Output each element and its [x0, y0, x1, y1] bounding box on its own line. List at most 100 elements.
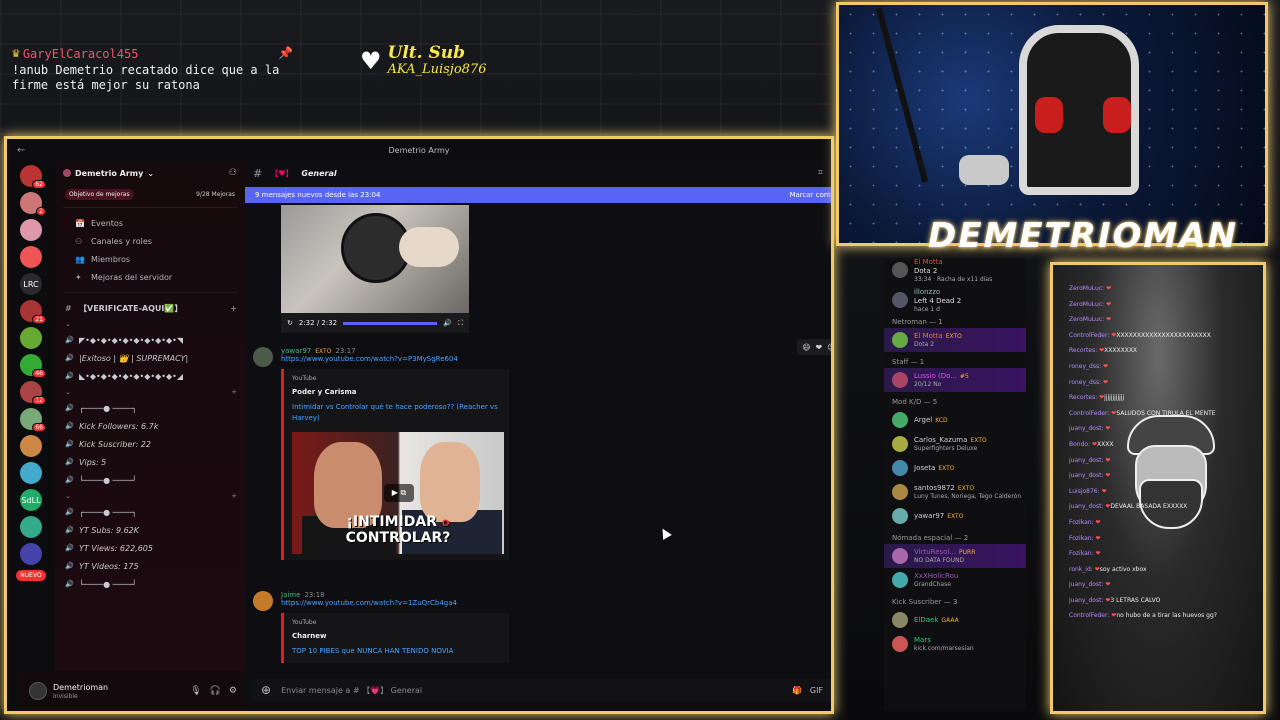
- chat-username[interactable]: Luisjo876:: [1069, 488, 1100, 495]
- chat-username[interactable]: ZeroMuLuc:: [1069, 285, 1104, 292]
- chat-username[interactable]: juany_dost:: [1069, 581, 1103, 588]
- add-icon[interactable]: +: [230, 304, 237, 313]
- member-activity[interactable]: El Motta Dota 2 33:34 · Racha de x11 día…: [884, 258, 1026, 283]
- reaction-icon[interactable]: 😄: [802, 343, 810, 352]
- gif-icon[interactable]: GIF: [810, 686, 823, 695]
- add-member-icon[interactable]: ⚇: [229, 168, 237, 178]
- server-icon[interactable]: [20, 219, 42, 241]
- chat-username[interactable]: Bondo:: [1069, 441, 1090, 448]
- chat-username[interactable]: Recortes:: [1069, 394, 1097, 401]
- mark-read-button[interactable]: Marcar como: [789, 191, 831, 199]
- chat-username[interactable]: juany_dost:: [1069, 425, 1103, 432]
- chat-username[interactable]: ControlFeder:: [1069, 612, 1109, 619]
- message-author[interactable]: Jaime: [281, 591, 300, 599]
- member-item[interactable]: santos9872 EXTO Luny Tunes, Noriega, Tego …: [884, 480, 1026, 504]
- threads-icon[interactable]: ⌗: [818, 168, 823, 178]
- emoji-add-icon[interactable]: ☺: [827, 343, 831, 352]
- nav-item[interactable]: ✦ Mejoras del servidor: [55, 268, 245, 286]
- chat-username[interactable]: juany_dost:: [1069, 472, 1103, 479]
- server-icon[interactable]: 66: [20, 408, 46, 432]
- category-2[interactable]: ⌄ +: [55, 385, 245, 399]
- server-icon[interactable]: 21: [20, 300, 46, 324]
- channel-item[interactable]: 🔊 YT Videos: 175: [55, 557, 245, 575]
- server-icon[interactable]: LRC: [20, 273, 42, 295]
- nav-item[interactable]: 👥 Miembros: [55, 250, 245, 268]
- server-icon[interactable]: [20, 327, 42, 349]
- chat-username[interactable]: roney_dss:: [1069, 363, 1101, 370]
- member-item[interactable]: VirtuResol... PURR NO DATA FOUND: [884, 544, 1026, 568]
- volume-icon[interactable]: 🔊: [443, 319, 452, 327]
- chat-username[interactable]: roney_dss:: [1069, 379, 1101, 386]
- channel-verify[interactable]: # 【VERIFICATE-AQUI✅】 +: [55, 299, 245, 317]
- category-3[interactable]: ⌄ +: [55, 489, 245, 503]
- chat-username[interactable]: Fozikan:: [1069, 550, 1094, 557]
- embed-title[interactable]: Intimidar vs Controlar qué te hace poder…: [292, 402, 501, 424]
- channel-item[interactable]: 🔊 YT Subs: 9.62K: [55, 521, 245, 539]
- member-item[interactable]: Joseta EXTO: [884, 456, 1026, 480]
- channel-item[interactable]: 🔊 YT Views: 622,605: [55, 539, 245, 557]
- video-progress[interactable]: [343, 321, 438, 325]
- member-item[interactable]: XxXHolicRou GrandChase: [884, 568, 1026, 592]
- chat-username[interactable]: juany_dost:: [1069, 457, 1103, 464]
- member-item[interactable]: yawar97 EXTO: [884, 504, 1026, 528]
- server-header[interactable]: Demetrio Army ⌄ ⚇: [55, 161, 245, 185]
- new-messages-bar[interactable]: 9 mensajes nuevos desde las 23:04 Marcar…: [245, 187, 831, 203]
- chat-username[interactable]: ZeroMuLuc:: [1069, 316, 1104, 323]
- channel-item[interactable]: 🔊 Kick Suscriber: 22: [55, 435, 245, 453]
- chat-username[interactable]: juany_dost:: [1069, 503, 1103, 510]
- channel-item[interactable]: 🔊 Kick Followers: 6.7k: [55, 417, 245, 435]
- category-1[interactable]: ⌄: [55, 317, 245, 331]
- video-player[interactable]: ↻ 2:32 / 2:32 🔊 ⛶: [281, 205, 469, 333]
- fullscreen-icon[interactable]: ⛶: [458, 319, 463, 328]
- add-icon[interactable]: +: [231, 492, 237, 500]
- add-icon[interactable]: +: [231, 388, 237, 396]
- server-icon[interactable]: [20, 516, 42, 538]
- avatar[interactable]: [29, 682, 47, 700]
- chat-username[interactable]: Recortes:: [1069, 347, 1097, 354]
- member-item[interactable]: Carlos_Kazuma EXTO Superfighters Deluxe: [884, 432, 1026, 456]
- member-item[interactable]: Argel KCD: [884, 408, 1026, 432]
- member-item[interactable]: Lussio (Do... #5 20/12 No: [884, 368, 1026, 392]
- composer-placeholder[interactable]: Enviar mensaje a # 【💗】 General: [281, 685, 422, 696]
- channel-item[interactable]: 🔊 ◤•◆•◆•◆•◆•◆•◆•◆•◆•◥: [55, 331, 245, 349]
- server-icon[interactable]: [20, 462, 42, 484]
- server-icon[interactable]: 62: [20, 165, 46, 189]
- message-link[interactable]: https://www.youtube.com/watch?v=P3MySgRe…: [281, 355, 521, 363]
- boost-progress[interactable]: Objetivo de mejoras 9/28 Mejoras: [61, 187, 239, 201]
- sticker-icon[interactable]: ▣: [831, 686, 834, 695]
- chat-username[interactable]: ronk_id:: [1069, 566, 1093, 573]
- heart-reaction-icon[interactable]: ❤: [816, 343, 823, 352]
- channel-item[interactable]: 🔊 └────● ────┘: [55, 575, 245, 593]
- microphone-icon[interactable]: 🎙: [190, 686, 201, 696]
- embed-author[interactable]: Charnew: [292, 632, 501, 640]
- chat-username[interactable]: juany_dost:: [1069, 597, 1103, 604]
- nav-item[interactable]: ⚇ Canales y roles: [55, 232, 245, 250]
- channel-item[interactable]: 🔊 Vips: 5: [55, 453, 245, 471]
- server-icon[interactable]: [20, 543, 42, 565]
- server-icon[interactable]: 12: [20, 381, 46, 405]
- new-badge[interactable]: NUEVO: [16, 570, 46, 581]
- server-icon[interactable]: 46: [20, 354, 46, 378]
- channel-item[interactable]: 🔊 ┌────● ────┐: [55, 503, 245, 521]
- avatar[interactable]: [253, 591, 273, 611]
- replay-icon[interactable]: ↻: [287, 319, 293, 327]
- channel-item[interactable]: 🔊 ┌────● ────┐: [55, 399, 245, 417]
- server-icon[interactable]: [20, 435, 42, 457]
- avatar[interactable]: [253, 347, 273, 367]
- embed-author[interactable]: Poder y Carisma: [292, 388, 501, 396]
- channel-item[interactable]: 🔊 |Exitoso | 👑 | SUPREMACY|: [55, 349, 245, 367]
- member-activity[interactable]: illonzzo Left 4 Dead 2 hace 1 d: [884, 288, 1026, 313]
- chat-username[interactable]: ControlFeder:: [1069, 332, 1109, 339]
- add-attachment-icon[interactable]: ⊕: [261, 683, 271, 697]
- server-icon[interactable]: 2: [20, 192, 46, 216]
- message-composer[interactable]: ⊕ Enviar mensaje a # 【💗】 General 🎁 GIF ▣…: [251, 679, 834, 701]
- back-arrow-icon[interactable]: ←: [17, 145, 25, 156]
- nav-item[interactable]: 📅 Eventos: [55, 214, 245, 232]
- channel-item[interactable]: 🔊 ◣•◆•◆•◆•◆•◆•◆•◆•◆•◢: [55, 367, 245, 385]
- chat-username[interactable]: ZeroMuLuc:: [1069, 301, 1104, 308]
- message-link[interactable]: https://www.youtube.com/watch?v=1ZuQrCb4…: [281, 599, 521, 607]
- embed-title[interactable]: TOP 10 PIBES que NUNCA HAN TENIDO NOVIA: [292, 646, 501, 657]
- gift-icon[interactable]: 🎁: [792, 686, 802, 695]
- channel-item[interactable]: 🔊 └────● ────┘: [55, 471, 245, 489]
- member-item[interactable]: ElDaek GAAA: [884, 608, 1026, 632]
